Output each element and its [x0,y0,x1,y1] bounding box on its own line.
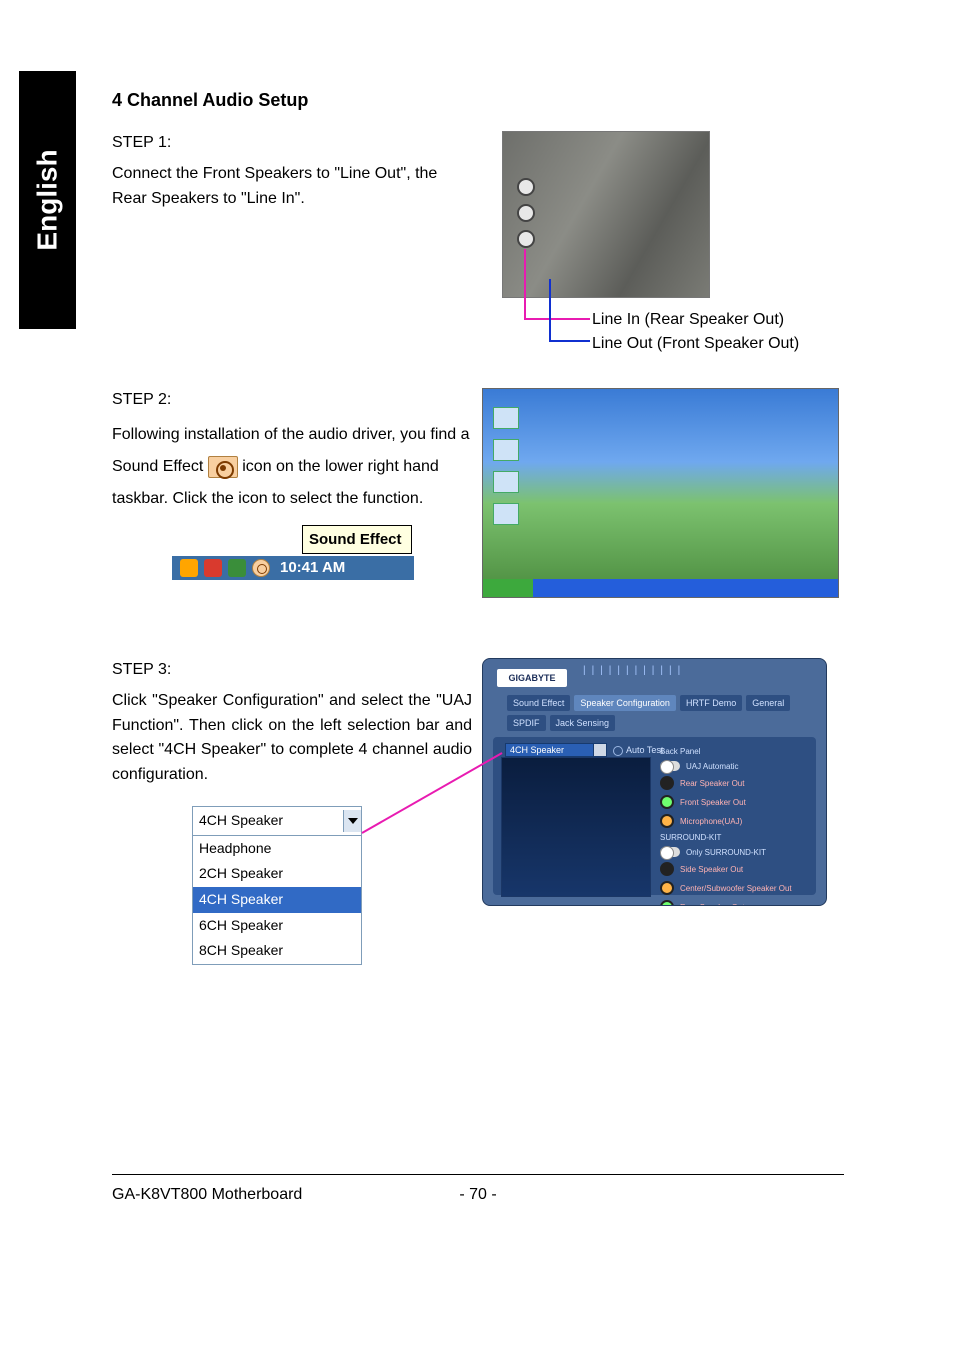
back-panel-group-label: Back Panel [660,747,810,756]
dropdown-option[interactable]: 6CH Speaker [193,913,361,939]
taskbar-figure: Sound Effect 10:41 AM [172,525,414,585]
jack-row: Front Speaker Out [660,795,810,809]
step2-row: STEP 2: Following installation of the au… [112,388,844,598]
jack-label: Front Speaker Out [680,798,746,807]
jack-color-icon [660,814,674,828]
only-surround-row[interactable]: Only SURROUND-KIT [660,847,810,857]
dropdown-option[interactable]: 4CH Speaker [193,887,361,913]
step2-text: Following installation of the audio driv… [112,419,472,515]
uaj-automatic-row[interactable]: UAJ Automatic [660,761,810,771]
surround-kit-group-label: SURROUND-KIT [660,833,810,842]
config-tab[interactable]: Jack Sensing [550,715,616,731]
jack-color-icon [660,862,674,876]
section-title: 4 Channel Audio Setup [112,90,844,111]
sound-effect-tray-icon[interactable] [252,559,270,577]
desktop-icon [493,407,519,429]
config-tab[interactable]: HRTF Demo [680,695,742,711]
desktop-screenshot [482,388,839,598]
jack-color-icon [660,776,674,790]
tray-clock: 10:41 AM [280,556,345,579]
tray-icon [180,559,198,577]
step3-text: Click "Speaker Configuration" and select… [112,689,472,788]
speaker-mode-dropdown[interactable]: 4CH Speaker Headphone2CH Speaker4CH Spea… [192,806,362,965]
chevron-down-icon[interactable] [343,810,361,832]
step3-row: STEP 3: Click "Speaker Configuration" an… [112,658,844,965]
gigabyte-logo: GIGABYTE [497,669,567,687]
config-tabs: Sound EffectSpeaker ConfigurationHRTF De… [507,695,814,731]
callout-line-in: Line In (Rear Speaker Out) [592,311,784,329]
desktop-taskbar [483,579,838,597]
dropdown-selected-value: 4CH Speaker [193,807,343,835]
desktop-icon [493,471,519,493]
step1-label: STEP 1: [112,131,472,156]
footer-divider [112,1174,844,1175]
config-tab[interactable]: General [746,695,790,711]
dropdown-option[interactable]: 2CH Speaker [193,861,361,887]
audio-jack-icon [517,204,535,222]
jack-color-icon [660,881,674,895]
jack-row: Microphone(UAJ) [660,814,810,828]
toggle-icon[interactable] [660,761,680,771]
language-tab-label: English [32,149,64,250]
jack-label: Rear Speaker Out [680,903,744,907]
footer-spacer [840,1186,844,1204]
tooltip-sound-effect: Sound Effect [302,525,412,554]
jack-row: Center/Subwoofer Speaker Out [660,881,810,895]
config-tab[interactable]: SPDIF [507,715,546,731]
speaker-room-visual [501,757,651,897]
jack-label: Center/Subwoofer Speaker Out [680,884,792,893]
sound-effect-icon [208,456,238,478]
system-tray: 10:41 AM [172,554,414,582]
chevron-down-icon[interactable] [593,743,607,757]
step2-label: STEP 2: [112,388,472,413]
jack-row: Rear Speaker Out [660,900,810,906]
audio-jack-icon [517,230,535,248]
jack-row: Side Speaker Out [660,862,810,876]
speaker-mode-select[interactable]: 4CH Speaker [505,743,595,757]
step1-row: STEP 1: Connect the Front Speakers to "L… [112,131,844,298]
footer-product-name: GA-K8VT800 Motherboard [112,1186,302,1204]
config-tab[interactable]: Speaker Configuration [574,695,676,711]
callout-line-out: Line Out (Front Speaker Out) [592,335,799,353]
desktop-icon [493,503,519,525]
auto-test-toggle[interactable]: Auto Test [613,745,663,756]
jack-label: Microphone(UAJ) [680,817,742,826]
toggle-icon[interactable] [660,847,680,857]
motherboard-photo [502,131,710,298]
dropdown-option[interactable]: 8CH Speaker [193,938,361,964]
window-titlebar-deco: |||||||||||| [583,665,686,676]
jack-color-icon [660,795,674,809]
step1-text: Connect the Front Speakers to "Line Out"… [112,162,472,212]
dropdown-list[interactable]: Headphone2CH Speaker4CH Speaker6CH Speak… [193,835,361,964]
start-button [483,579,533,597]
dropdown-option[interactable]: Headphone [193,836,361,862]
desktop-icon [493,439,519,461]
footer-page-number: - 70 - [459,1186,496,1204]
jack-row: Rear Speaker Out [660,776,810,790]
jack-color-icon [660,900,674,906]
audio-jack-icon [517,178,535,196]
radio-icon [613,746,623,756]
tray-icon [228,559,246,577]
jack-label: Side Speaker Out [680,865,743,874]
language-tab: English [19,71,76,329]
page-footer: GA-K8VT800 Motherboard - 70 - [112,1186,844,1204]
config-tab[interactable]: Sound Effect [507,695,570,711]
step3-label: STEP 3: [112,658,472,683]
jack-label: Rear Speaker Out [680,779,744,788]
sound-config-window: GIGABYTE |||||||||||| Sound EffectSpeake… [482,658,827,906]
tray-icon [204,559,222,577]
